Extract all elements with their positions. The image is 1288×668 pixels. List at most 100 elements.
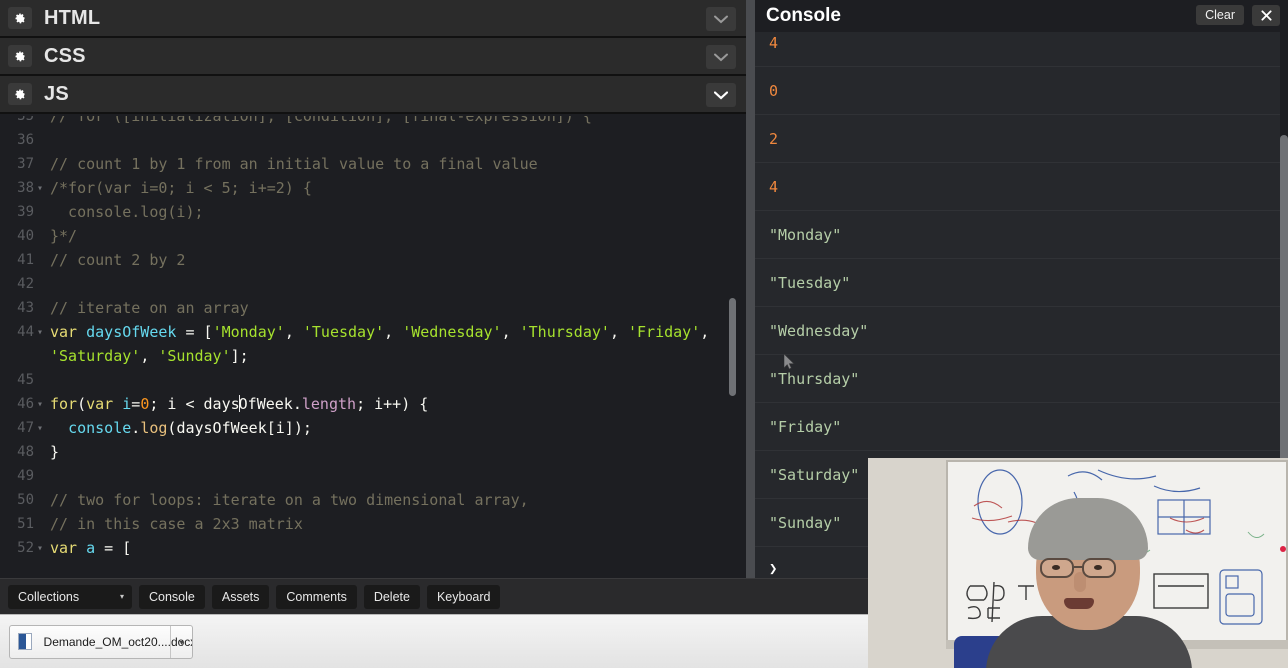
chevron-down-icon[interactable] [706, 83, 736, 107]
fold-arrow-icon[interactable]: ▾ [34, 176, 46, 200]
pane-header-css[interactable]: CSS [0, 38, 746, 76]
code-line[interactable]: 39 console.log(i); [0, 200, 746, 224]
line-number: 40 [17, 228, 34, 244]
gear-icon[interactable] [8, 45, 32, 67]
line-number: 43 [17, 300, 34, 316]
line-number [0, 344, 34, 368]
pane-header-html[interactable]: HTML [0, 0, 746, 38]
red-sticker [1280, 546, 1286, 552]
console-log-entry[interactable]: 4 [755, 163, 1280, 211]
console-log-entry[interactable]: 0 [755, 67, 1280, 115]
collections-dropdown[interactable]: Collections ▾ [8, 584, 132, 609]
editor-scrollbar-thumb[interactable] [729, 298, 736, 396]
code-line[interactable]: 50 // two for loops: iterate on a two dim… [0, 488, 746, 512]
console-log-entry[interactable]: "Wednesday" [755, 307, 1280, 355]
gear-icon[interactable] [8, 83, 32, 105]
editor-column: HTML CSS JS 35// for ([initialization]; … [0, 0, 755, 578]
download-menu-caret[interactable]: ▾ [170, 626, 192, 658]
code-line[interactable]: 37 // count 1 by 1 from an initial value … [0, 152, 746, 176]
code-line[interactable]: 41 // count 2 by 2 [0, 248, 746, 272]
console-button[interactable]: Console [139, 584, 205, 609]
editor-panel-divider[interactable] [746, 0, 755, 578]
pane-title-html: HTML [44, 6, 101, 29]
code-text: // for ([initialization]; [condition]; [… [50, 116, 592, 125]
person-mouth [1064, 598, 1094, 609]
keyboard-button[interactable]: Keyboard [426, 584, 501, 609]
fold-arrow-icon[interactable]: ▾ [34, 416, 46, 440]
person-eye-left [1052, 565, 1060, 570]
clear-console-button[interactable]: Clear [1196, 5, 1244, 25]
code-line[interactable]: 44 ▾ var daysOfWeek = ['Monday', 'Tuesday'… [0, 320, 746, 344]
code-text: }*/ [50, 227, 78, 245]
code-line[interactable]: 49 [0, 464, 746, 488]
code-line[interactable]: 52 ▾ var a = [ [0, 536, 746, 560]
code-line[interactable]: 35 // for ([initialization]; [condition];… [0, 116, 746, 128]
close-icon[interactable] [1252, 5, 1280, 26]
code-text: // count 1 by 1 from an initial value to… [50, 155, 538, 173]
line-number: 37 [17, 156, 34, 172]
code-line[interactable]: 40 }*/ [0, 224, 746, 248]
codepen-editor-window: HTML CSS JS 35// for ([initialization]; … [0, 0, 1288, 668]
code-text: var a = [ [50, 539, 132, 557]
code-text: // in this case a 2x3 matrix [50, 515, 303, 533]
line-number: 41 [17, 252, 34, 268]
code-text: // count 2 by 2 [50, 251, 186, 269]
comments-button[interactable]: Comments [276, 584, 357, 609]
console-log-entry[interactable]: 2 [755, 115, 1280, 163]
console-log-entry[interactable]: "Tuesday" [755, 259, 1280, 307]
mouse-cursor [783, 353, 795, 370]
code-text: } [50, 443, 60, 461]
code-line[interactable]: 45 [0, 368, 746, 392]
person-eye-right [1094, 565, 1102, 570]
line-number: 52 [17, 540, 34, 556]
code-text: // iterate on an array [50, 299, 249, 317]
chevron-down-icon[interactable] [706, 7, 736, 31]
console-log-entry[interactable]: "Thursday" [755, 355, 1280, 403]
gear-icon[interactable] [8, 7, 32, 29]
line-number: 45 [17, 372, 34, 388]
console-title: Console [766, 5, 841, 26]
webcam-video-overlay[interactable] [868, 458, 1288, 668]
code-line[interactable]: 43 // iterate on an array [0, 296, 746, 320]
js-code-editor[interactable]: 35 // for ([initialization]; [condition];… [0, 116, 746, 578]
line-number: 50 [17, 492, 34, 508]
code-line[interactable]: 'Saturday', 'Sunday']; [0, 344, 746, 368]
code-line[interactable]: 42 [0, 272, 746, 296]
download-item[interactable]: Demande_OM_oct20....docx ▾ [9, 625, 193, 659]
chevron-down-icon[interactable] [706, 45, 736, 69]
assets-button[interactable]: Assets [211, 584, 270, 609]
fold-arrow-icon[interactable]: ▾ [34, 320, 46, 344]
fold-arrow-icon[interactable]: ▾ [34, 392, 46, 416]
code-line[interactable]: 51 // in this case a 2x3 matrix [0, 512, 746, 536]
pane-title-js: JS [44, 82, 69, 105]
code-text: var daysOfWeek = ['Monday', 'Tuesday', '… [50, 323, 710, 341]
pane-header-js[interactable]: JS [0, 76, 746, 114]
code-line[interactable]: 47 ▾ console.log(daysOfWeek[i]); [0, 416, 746, 440]
line-number: 49 [17, 468, 34, 484]
code-line[interactable]: 36 [0, 128, 746, 152]
code-line[interactable]: 38 ▾/*for(var i=0; i < 5; i+=2) { [0, 176, 746, 200]
chevron-down-icon: ▾ [119, 592, 124, 601]
console-header: Console Clear [755, 0, 1288, 32]
code-line[interactable]: 48} [0, 440, 746, 464]
delete-button[interactable]: Delete [363, 584, 420, 609]
word-document-icon [18, 633, 34, 651]
collections-label: Collections [18, 589, 80, 604]
fold-arrow-icon[interactable]: ▾ [34, 536, 46, 560]
eyeglasses-bridge [1074, 566, 1084, 568]
console-log-entry[interactable]: "Monday" [755, 211, 1280, 259]
console-log-entry[interactable]: "Friday" [755, 403, 1280, 451]
code-line[interactable]: 46 ▾ for(var i=0; i < daysOfWeek.length; i… [0, 392, 746, 416]
